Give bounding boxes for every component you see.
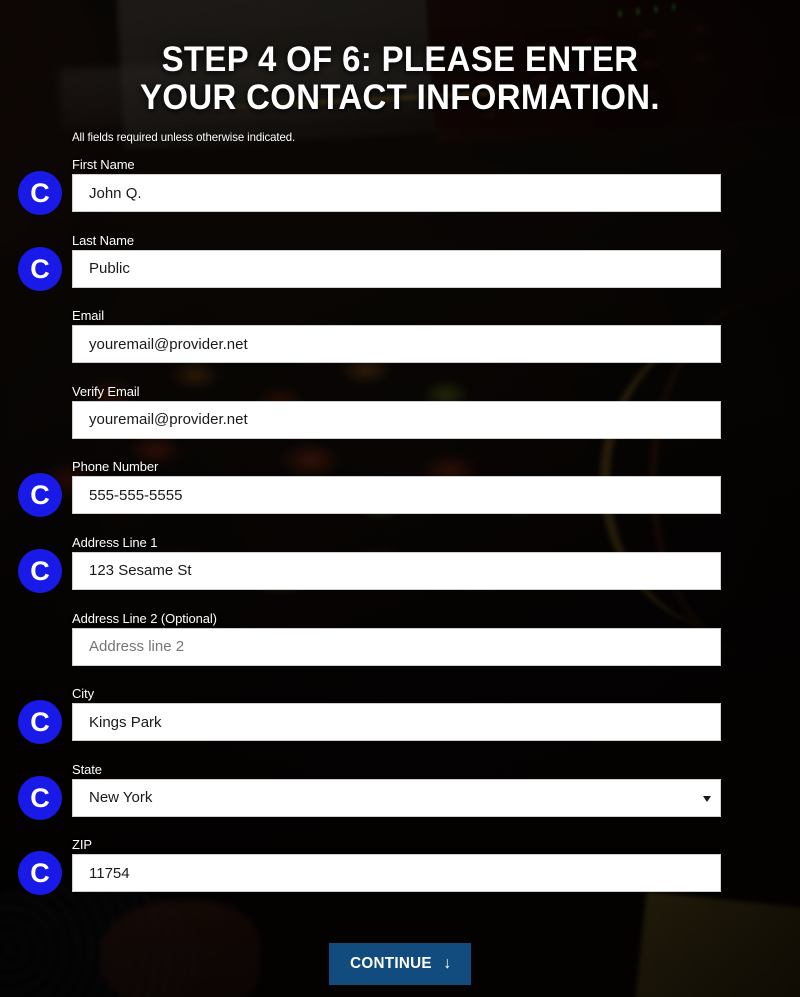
field-value: youremail@provider.net <box>89 335 248 353</box>
state-select[interactable]: New York <box>72 778 721 817</box>
field-label: First Name <box>72 157 135 172</box>
field-input[interactable]: 123 Sesame St <box>72 551 721 590</box>
required-fields-note: All fields required unless otherwise ind… <box>72 130 296 144</box>
form-field-row: C ZIP 11754 <box>0 835 800 911</box>
field-marker-badge: C <box>18 473 62 518</box>
form-field-row: Verify Email youremail@provider.net <box>0 382 800 458</box>
field-value: Public <box>89 260 130 278</box>
field-marker-badge: C <box>18 548 62 593</box>
field-value: 555-555-5555 <box>89 486 183 504</box>
field-label: Verify Email <box>72 383 140 399</box>
field-label: Address Line 1 <box>72 534 158 550</box>
field-value: 123 Sesame St <box>89 562 192 580</box>
field-marker-badge: C <box>18 246 62 291</box>
form-field-row: Address Line 2 (Optional) Address line 2 <box>0 609 800 685</box>
field-marker-badge: C <box>18 775 62 820</box>
form-field-row: C First Name John Q. <box>0 155 800 231</box>
field-value: youremail@provider.net <box>89 411 248 429</box>
field-label: State <box>72 761 102 777</box>
page-content: STEP 4 OF 6: PLEASE ENTER YOUR CONTACT I… <box>0 0 800 997</box>
chevron-down-icon[interactable] <box>703 795 711 802</box>
continue-button-label: CONTINUE <box>350 955 433 972</box>
field-marker-badge: C <box>18 171 62 215</box>
field-marker-badge: C <box>18 851 62 896</box>
field-value: Kings Park <box>89 713 162 731</box>
page-title: STEP 4 OF 6: PLEASE ENTER YOUR CONTACT I… <box>24 41 776 117</box>
field-value: New York <box>89 789 153 807</box>
field-input[interactable]: Address line 2 <box>72 627 721 666</box>
field-label: Address Line 2 (Optional) <box>72 610 217 626</box>
field-label: Email <box>72 308 105 324</box>
field-input[interactable]: youremail@provider.net <box>72 325 721 364</box>
field-label: City <box>72 686 94 702</box>
form-field-row: Email youremail@provider.net <box>0 306 800 382</box>
field-input[interactable]: Kings Park <box>72 703 721 742</box>
continue-button[interactable]: CONTINUE ↓ <box>329 943 471 985</box>
form-field-row: C Address Line 1 123 Sesame St <box>0 533 800 609</box>
form-field-row: C Phone Number 555-555-5555 <box>0 457 800 533</box>
field-input[interactable]: 555-555-5555 <box>72 476 721 515</box>
field-marker-badge: C <box>18 700 62 745</box>
form-field-row: C City Kings Park <box>0 684 800 760</box>
field-label: ZIP <box>72 837 92 853</box>
field-value: Address line 2 <box>89 638 185 656</box>
field-value: John Q. <box>89 184 142 202</box>
field-input[interactable]: 11754 <box>72 854 721 893</box>
page-title-line-1: STEP 4 OF 6: PLEASE ENTER <box>161 40 639 80</box>
page-title-line-2: YOUR CONTACT INFORMATION. <box>140 78 660 118</box>
form-field-row: C State New York <box>0 760 800 836</box>
field-label: Phone Number <box>72 459 159 475</box>
contact-information-page: STEP 4 OF 6: PLEASE ENTER YOUR CONTACT I… <box>0 0 800 997</box>
arrow-down-icon: ↓ <box>443 955 452 972</box>
field-input[interactable]: Public <box>72 249 721 288</box>
field-input[interactable]: John Q. <box>72 174 721 212</box>
field-input[interactable]: youremail@provider.net <box>72 400 721 439</box>
continue-button-container: CONTINUE ↓ <box>0 943 800 985</box>
field-value: 11754 <box>89 864 130 882</box>
form-field-row: C Last Name Public <box>0 231 800 307</box>
field-label: Last Name <box>72 232 134 248</box>
contact-form: C First Name John Q. C Last Name Public Email y… <box>0 155 800 911</box>
